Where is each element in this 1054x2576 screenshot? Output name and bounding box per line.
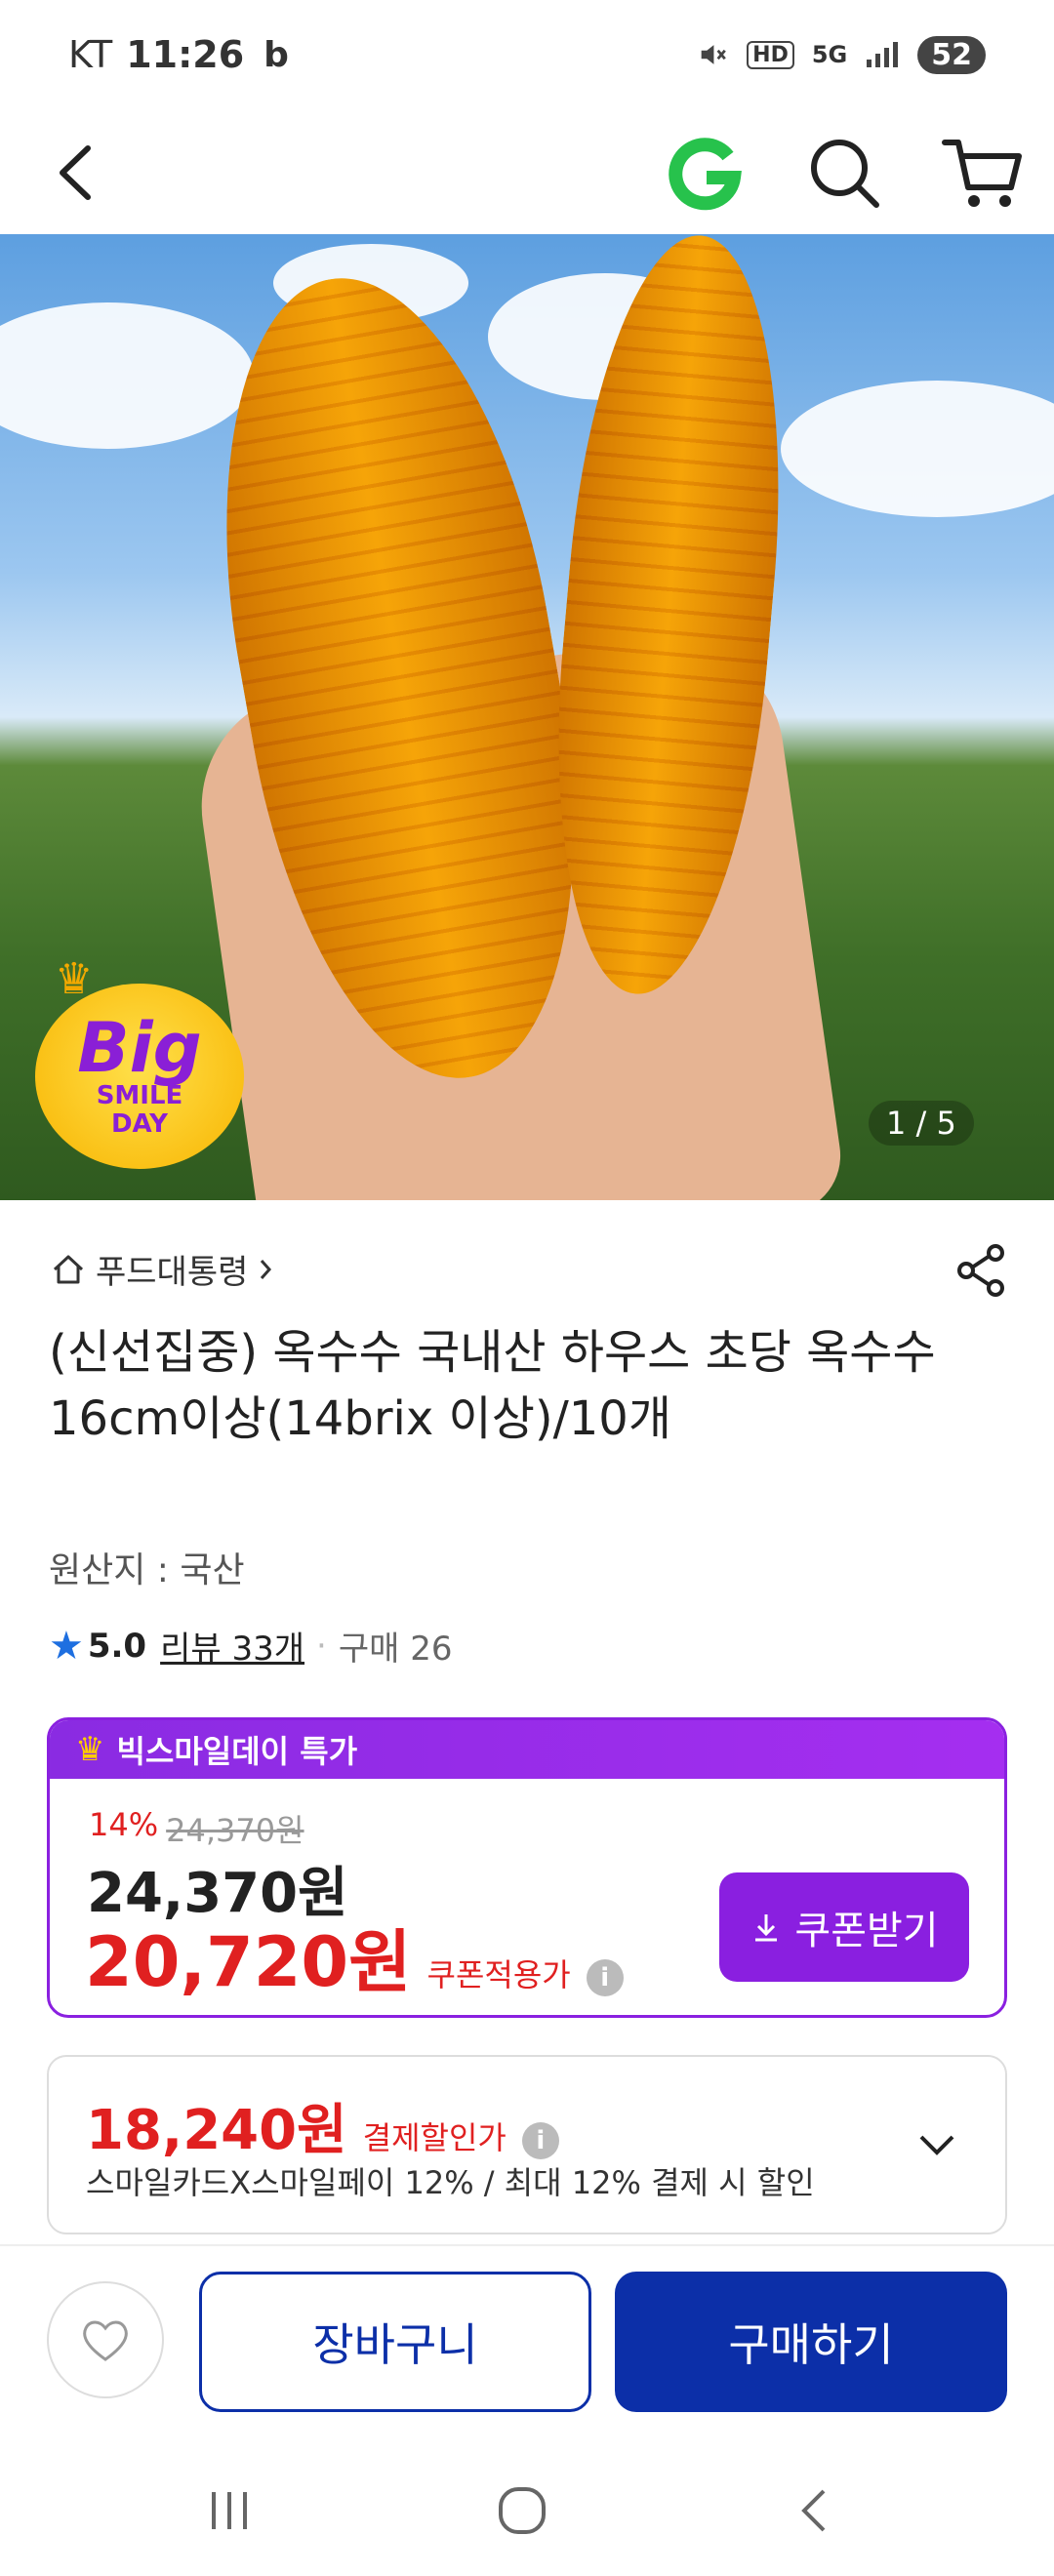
discount-line: 14% 24,370원	[89, 1806, 304, 1851]
buy-now-button[interactable]: 구매하기	[615, 2272, 1007, 2412]
app-notification-icon: b	[264, 34, 289, 75]
wishlist-button[interactable]	[47, 2281, 164, 2398]
promo-box: ♛ 빅스마일데이 특가 14% 24,370원 24,370원 20,720원 …	[47, 1717, 1007, 2018]
heart-icon	[83, 2320, 128, 2361]
info-icon[interactable]: i	[586, 1959, 624, 1996]
cloud	[781, 381, 1054, 517]
back-icon	[60, 145, 91, 200]
recents-button[interactable]	[185, 2476, 273, 2545]
status-icons: HD 5G 52	[696, 35, 986, 74]
signal-icon	[867, 42, 899, 67]
cart-button[interactable]	[939, 129, 1027, 217]
crown-icon: ♛	[75, 1730, 105, 1769]
home-circle-icon	[499, 2487, 546, 2534]
search-button[interactable]	[802, 131, 884, 213]
rating-row: ★ 5.0 리뷰 33개 · 구매 26	[49, 1622, 452, 1670]
payment-discount-price: 18,240원	[86, 2099, 347, 2162]
chevron-right-icon	[261, 1259, 272, 1279]
system-nav-bar	[0, 2447, 1054, 2576]
badge-smile-text: SMILE	[96, 1081, 183, 1111]
add-to-cart-button[interactable]: 장바구니	[199, 2272, 591, 2412]
share-icon	[957, 1244, 1004, 1297]
app-header	[0, 109, 1054, 234]
mute-icon	[701, 45, 726, 64]
payment-discount-description: 스마일카드X스마일페이 12% / 최대 12% 결제 시 할인	[86, 2164, 815, 2201]
star-icon: ★	[49, 1623, 84, 1669]
cloud	[0, 302, 254, 449]
big-smile-day-badge: ♛ Big SMILE DAY	[35, 954, 244, 1169]
store-name: 푸드대통령	[96, 1253, 249, 1292]
image-pager: 1 / 5	[869, 1101, 974, 1146]
purchase-count: 구매 26	[338, 1630, 453, 1669]
payment-discount-box[interactable]: 18,240원 결제할인가 i 스마일카드X스마일페이 12% / 최대 12%…	[47, 2055, 1007, 2234]
divider	[0, 2244, 1054, 2246]
payment-discount-label: 결제할인가	[362, 2119, 507, 2156]
get-coupon-button[interactable]: 쿠폰받기	[719, 1872, 969, 1982]
carrier-label: KT	[68, 33, 113, 76]
rating-score: 5.0	[87, 1626, 147, 1666]
battery-indicator: 52	[917, 35, 986, 74]
badge-big-text: Big	[77, 1008, 202, 1089]
coupon-price: 20,720원	[85, 1922, 412, 2002]
search-icon	[811, 140, 879, 208]
badge-day-text: DAY	[110, 1109, 169, 1139]
crown-icon: ♛	[55, 954, 94, 1004]
hd-icon: HD	[747, 40, 794, 69]
expand-button[interactable]	[908, 2115, 966, 2174]
product-title: (신선집중) 옥수수 국내산 하우스 초당 옥수수 16cm이상(14brix …	[49, 1325, 936, 1446]
payment-price-line: 18,240원 결제할인가 i	[86, 2086, 559, 2165]
share-button[interactable]	[953, 1241, 1011, 1300]
original-price: 24,370원	[166, 1812, 304, 1849]
promo-title: 빅스마일데이 특가	[116, 1733, 358, 1770]
home-button[interactable]	[478, 2476, 566, 2545]
store-link[interactable]: 푸드대통령	[49, 1245, 275, 1293]
recents-icon	[212, 2492, 247, 2529]
info-icon[interactable]: i	[521, 2122, 559, 2159]
nav-back-icon	[801, 2489, 826, 2532]
chevron-down-icon	[919, 2135, 954, 2155]
network-icon: 5G	[811, 41, 848, 68]
coupon-price-label: 쿠폰적용가	[426, 1956, 571, 1993]
g-logo-icon	[669, 138, 742, 211]
cart-icon	[942, 140, 1022, 207]
clock: 11:26	[126, 33, 245, 76]
promo-header: ♛ 빅스마일데이 특가	[50, 1720, 1004, 1779]
coupon-price-line: 20,720원 쿠폰적용가 i	[85, 1908, 624, 2006]
review-link[interactable]: 리뷰 33개	[160, 1622, 304, 1670]
download-icon	[755, 1914, 778, 1942]
status-bar: KT 11:26 b HD 5G 52	[0, 0, 1054, 109]
g-logo-button[interactable]	[664, 131, 746, 213]
back-button[interactable]	[39, 129, 117, 217]
product-origin: 원산지 : 국산	[49, 1550, 245, 1590]
separator-dot: ·	[316, 1626, 327, 1666]
home-icon	[53, 1255, 84, 1283]
discount-percent: 14%	[89, 1806, 159, 1843]
nav-back-button[interactable]	[771, 2476, 859, 2545]
get-coupon-label: 쿠폰받기	[794, 1909, 939, 1953]
